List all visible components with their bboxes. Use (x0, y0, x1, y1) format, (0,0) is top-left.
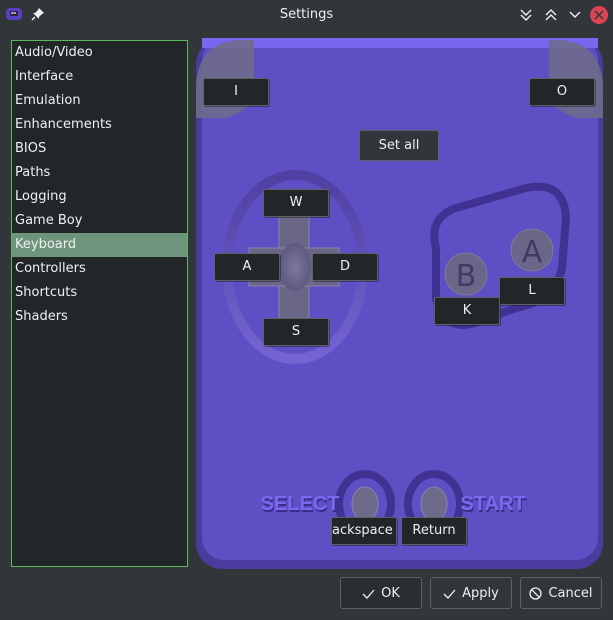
settings-category-list[interactable]: Audio/Video Interface Emulation Enhancem… (11, 40, 188, 567)
b-key-button[interactable]: K (434, 297, 500, 325)
ok-button[interactable]: OK (340, 577, 422, 609)
select-button-graphic (351, 486, 379, 522)
sidebar-item-shaders[interactable]: Shaders (12, 305, 187, 329)
start-button-graphic (420, 486, 448, 522)
sidebar-item-enhancements[interactable]: Enhancements (12, 113, 187, 137)
ok-button-label: OK (381, 585, 400, 601)
l-shoulder-key-button[interactable]: I (203, 78, 269, 106)
sidebar-item-shortcuts[interactable]: Shortcuts (12, 281, 187, 305)
r-shoulder-key-button[interactable]: O (529, 78, 595, 106)
close-icon (594, 10, 604, 20)
double-chevron-down-icon[interactable] (518, 7, 534, 23)
sidebar-item-bios[interactable]: BIOS (12, 137, 187, 161)
start-label-front: START (460, 493, 525, 515)
sidebar-item-game-boy[interactable]: Game Boy (12, 209, 187, 233)
double-chevron-up-icon[interactable] (543, 7, 559, 23)
sidebar-item-interface[interactable]: Interface (12, 65, 187, 89)
cancel-button-label: Cancel (548, 585, 593, 601)
sidebar-item-emulation[interactable]: Emulation (12, 89, 187, 113)
check-icon (362, 589, 375, 599)
select-key-button[interactable]: ackspace (331, 517, 397, 545)
b-glyph: B (456, 259, 477, 294)
a-key-button[interactable]: L (499, 277, 565, 305)
cancel-button[interactable]: Cancel (520, 577, 602, 609)
sidebar-item-logging[interactable]: Logging (12, 185, 187, 209)
left-key-button[interactable]: A (214, 253, 280, 281)
right-key-button[interactable]: D (312, 253, 378, 281)
a-glyph: A (522, 235, 543, 270)
apply-button-label: Apply (462, 585, 499, 601)
title-bar: Settings (0, 0, 613, 30)
sidebar-item-controllers[interactable]: Controllers (12, 257, 187, 281)
start-key-button[interactable]: Return (401, 517, 467, 545)
cancel-icon (529, 586, 543, 600)
check-icon (443, 589, 456, 599)
set-all-button[interactable]: Set all (359, 130, 439, 161)
sidebar-item-audio-video[interactable]: Audio/Video (12, 41, 187, 65)
sidebar-item-paths[interactable]: Paths (12, 161, 187, 185)
sidebar-item-keyboard[interactable]: Keyboard (12, 233, 187, 257)
dpad-center (279, 243, 311, 291)
select-label-front: SELECT (261, 493, 340, 515)
up-key-button[interactable]: W (263, 189, 329, 217)
chevron-down-icon[interactable] (567, 7, 583, 23)
down-key-button[interactable]: S (263, 318, 329, 346)
apply-button[interactable]: Apply (430, 577, 512, 609)
close-button[interactable] (590, 6, 608, 24)
